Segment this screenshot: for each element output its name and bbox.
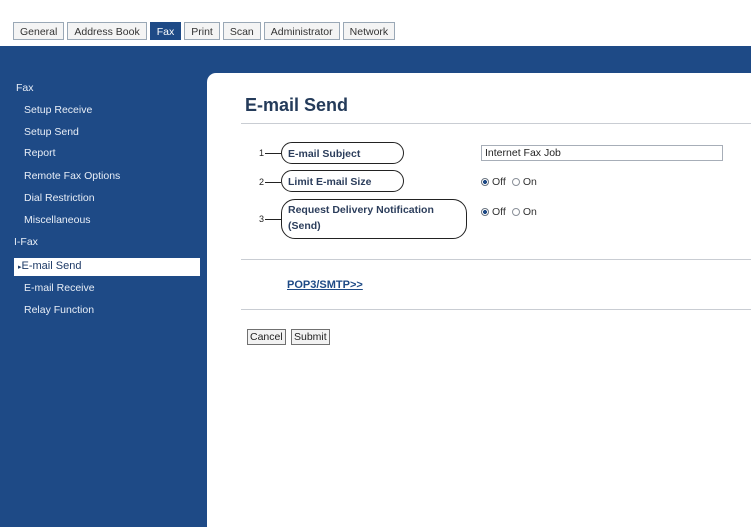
radio-off-selected[interactable] xyxy=(481,178,489,186)
sidebar-item-label: E-mail Send xyxy=(21,260,82,272)
radio-off-selected[interactable] xyxy=(481,208,489,216)
pop3-smtp-link[interactable]: POP3/SMTP>> xyxy=(287,279,363,291)
divider xyxy=(241,123,751,124)
sidebar-item-relay-function[interactable]: Relay Function xyxy=(24,304,94,316)
radio-on-label: On xyxy=(522,176,537,188)
callout-leader xyxy=(265,153,281,154)
tab-general[interactable]: General xyxy=(13,22,65,40)
email-subject-input[interactable]: Internet Fax Job xyxy=(481,145,723,161)
sidebar-item-dial-restriction[interactable]: Dial Restriction xyxy=(24,192,95,204)
main-panel: E-mail Send 1 E-mail Subject Internet Fa… xyxy=(207,73,751,527)
tab-fax[interactable]: Fax xyxy=(149,22,182,40)
request-delivery-notification-label: Request Delivery Notification xyxy=(288,204,434,216)
top-tab-bar: General Address Book Fax Print Scan Admi… xyxy=(0,0,751,46)
sidebar-group-fax: Fax xyxy=(16,82,34,94)
callout-leader xyxy=(265,219,281,220)
divider xyxy=(241,309,751,310)
sidebar-item-setup-send[interactable]: Setup Send xyxy=(24,126,79,138)
radio-off-label: Off xyxy=(492,176,506,188)
email-subject-label: E-mail Subject xyxy=(288,148,361,160)
cancel-button[interactable]: Cancel xyxy=(247,329,286,345)
tab-scan[interactable]: Scan xyxy=(222,22,261,40)
notify-radio-group: Off On xyxy=(481,206,537,218)
limit-size-radio-group: Off On xyxy=(481,176,537,188)
tab-administrator[interactable]: Administrator xyxy=(263,22,340,40)
request-delivery-notification-label-line2: (Send) xyxy=(288,220,321,232)
tab-print[interactable]: Print xyxy=(184,22,220,40)
limit-email-size-label: Limit E-mail Size xyxy=(288,176,372,188)
callout-number-1: 1 xyxy=(259,148,265,158)
sidebar-item-email-send[interactable]: ▸E-mail Send xyxy=(14,258,200,276)
radio-on[interactable] xyxy=(511,208,520,216)
callout-number-3: 3 xyxy=(259,214,265,224)
tab-address-book[interactable]: Address Book xyxy=(67,22,147,40)
sidebar-item-miscellaneous[interactable]: Miscellaneous xyxy=(24,214,91,226)
callout-number-2: 2 xyxy=(259,177,265,187)
sidebar-item-setup-receive[interactable]: Setup Receive xyxy=(24,104,92,116)
sidebar-item-email-receive[interactable]: E-mail Receive xyxy=(24,282,95,294)
page-title: E-mail Send xyxy=(245,95,349,115)
radio-on-label: On xyxy=(522,206,537,218)
tab-list: General Address Book Fax Print Scan Admi… xyxy=(13,22,396,40)
submit-button[interactable]: Submit xyxy=(291,329,330,345)
sidebar-item-report[interactable]: Report xyxy=(24,147,56,159)
radio-on[interactable] xyxy=(511,178,520,186)
sidebar: Fax Setup Receive Setup Send Report Remo… xyxy=(0,46,200,527)
radio-off-label: Off xyxy=(492,206,506,218)
divider xyxy=(241,259,751,260)
tab-network[interactable]: Network xyxy=(342,22,396,40)
sidebar-item-remote-fax-options[interactable]: Remote Fax Options xyxy=(24,170,120,182)
sidebar-group-ifax: I-Fax xyxy=(14,236,38,248)
callout-leader xyxy=(265,182,281,183)
